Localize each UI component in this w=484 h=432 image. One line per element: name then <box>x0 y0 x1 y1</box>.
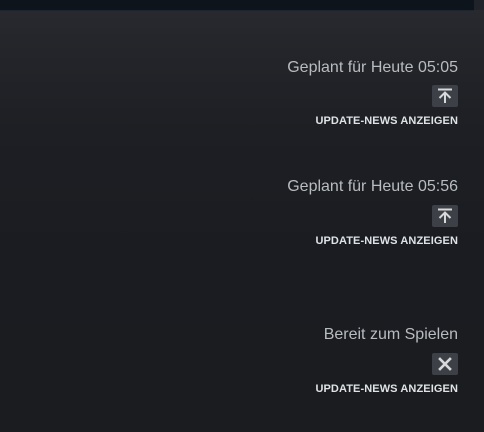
update-news-link[interactable]: UPDATE-NEWS ANZEIGEN <box>315 235 458 247</box>
update-news-link[interactable]: UPDATE-NEWS ANZEIGEN <box>315 383 458 395</box>
download-status: Geplant für Heute 05:05 <box>287 59 458 76</box>
top-panel-edge <box>0 0 474 11</box>
move-to-top-icon <box>438 88 452 103</box>
download-status: Geplant für Heute 05:56 <box>287 178 458 195</box>
scrollbar-edge <box>474 0 484 10</box>
move-to-top-icon <box>438 208 452 223</box>
remove-button[interactable] <box>432 353 458 375</box>
download-status: Bereit zum Spielen <box>323 326 458 343</box>
update-news-link[interactable]: UPDATE-NEWS ANZEIGEN <box>315 115 458 127</box>
move-to-top-button[interactable] <box>432 205 458 227</box>
move-to-top-button[interactable] <box>432 85 458 107</box>
close-icon <box>438 357 452 371</box>
